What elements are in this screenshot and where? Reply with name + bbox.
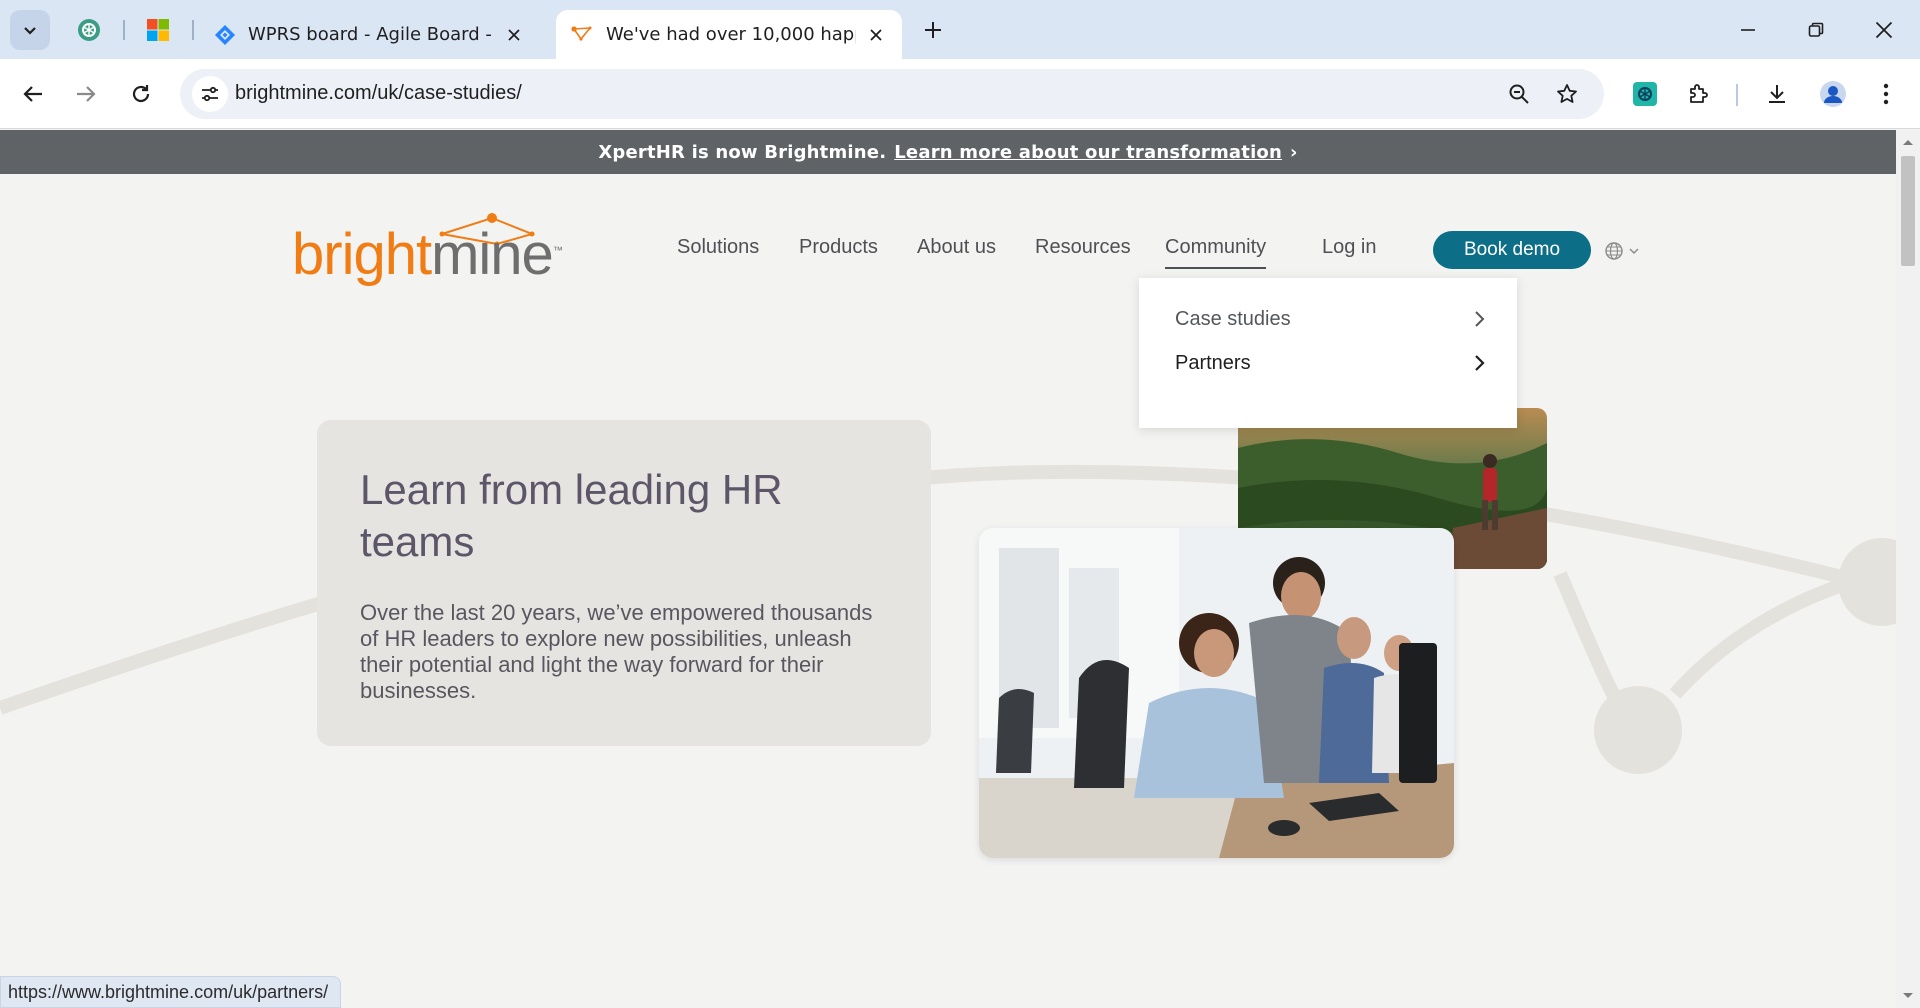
brightmine-favicon	[571, 25, 592, 41]
scroll-thumb[interactable]	[1901, 156, 1915, 266]
logo-trademark: ™	[552, 245, 563, 257]
brightmine-logo[interactable]: brightmine™	[292, 204, 602, 284]
url-text: brightmine.com/uk/case-studies/	[235, 82, 522, 104]
puzzle-icon	[1690, 84, 1708, 103]
dropdown-item-label: Partners	[1175, 351, 1251, 374]
office-team-image	[979, 528, 1454, 858]
extensions-button[interactable]	[1679, 74, 1719, 114]
arrow-left-icon	[23, 86, 42, 102]
hero-body: Over the last 20 years, we’ve empowered …	[360, 600, 873, 703]
tab-close-button[interactable]	[864, 23, 888, 47]
close-icon	[508, 28, 520, 41]
dropdown-item-case-studies[interactable]: Case studies	[1175, 304, 1485, 334]
tab-case-studies[interactable]: We've had over 10,000 happy c	[556, 10, 902, 59]
pinned-tab-chatgpt[interactable]	[73, 14, 105, 46]
language-selector[interactable]	[1604, 239, 1644, 263]
reload-button[interactable]	[121, 74, 161, 114]
chatgpt-extension-button[interactable]	[1625, 74, 1665, 114]
plus-icon	[925, 22, 941, 38]
reload-icon	[132, 85, 150, 103]
background-decoration	[0, 464, 1896, 774]
star-icon	[1557, 84, 1577, 103]
globe-icon	[1605, 242, 1623, 260]
nav-community[interactable]: Community	[1165, 236, 1267, 269]
community-dropdown-menu: Case studies Partners	[1139, 278, 1517, 428]
microsoft-icon	[147, 19, 169, 41]
tune-icon	[202, 86, 218, 102]
book-demo-button[interactable]: Book demo	[1433, 231, 1591, 269]
page-content: brightmine™ Solutions Products About us …	[0, 174, 1896, 990]
more-vert-icon	[1883, 83, 1889, 105]
zoom-out-icon	[1509, 84, 1529, 104]
chatgpt-icon	[78, 19, 100, 41]
announcement-text: XpertHR is now Brightmine.	[598, 141, 887, 163]
chatgpt-extension-icon	[1633, 82, 1657, 106]
pinned-tab-microsoft[interactable]	[142, 14, 174, 46]
bookmark-button[interactable]	[1552, 79, 1582, 109]
logo-part-mine: mine	[431, 222, 554, 287]
announcement-link[interactable]: Learn more about our transformation	[894, 142, 1282, 163]
tab-title: WPRS board - Agile Board - CE	[248, 24, 494, 45]
nav-about-us[interactable]: About us	[917, 236, 996, 259]
close-icon	[870, 28, 882, 41]
menu-button[interactable]	[1866, 74, 1906, 114]
logo-part-bright: bright	[292, 222, 432, 287]
chevron-down-icon	[24, 27, 36, 35]
back-button[interactable]	[13, 74, 53, 114]
tab-search-button[interactable]	[10, 10, 50, 50]
tab-close-button[interactable]	[502, 23, 526, 47]
scroll-up-icon[interactable]	[1896, 134, 1920, 150]
tab-title: We've had over 10,000 happy c	[606, 24, 856, 45]
toolbar-separator	[1736, 84, 1738, 106]
tab-separator	[123, 20, 125, 40]
login-link[interactable]: Log in	[1322, 236, 1377, 259]
restore-icon	[1808, 22, 1824, 37]
close-icon	[1875, 21, 1893, 39]
arrow-right-icon	[77, 86, 96, 102]
chevron-right-icon	[1475, 355, 1485, 371]
chevron-down-icon	[1629, 248, 1639, 255]
dropdown-item-label: Case studies	[1175, 307, 1291, 330]
jira-icon	[215, 24, 235, 45]
minimize-button[interactable]	[1728, 10, 1768, 50]
address-bar[interactable]: brightmine.com/uk/case-studies/	[180, 69, 1604, 119]
chevron-right-icon	[1475, 311, 1485, 327]
tab-wprs-board[interactable]: WPRS board - Agile Board - CE	[200, 10, 540, 59]
announcement-bar: XpertHR is now Brightmine. Learn more ab…	[0, 130, 1896, 174]
restore-button[interactable]	[1796, 10, 1836, 50]
profile-button[interactable]	[1813, 74, 1853, 114]
tab-separator	[192, 20, 194, 40]
office-illustration	[979, 528, 1454, 858]
downloads-button[interactable]	[1757, 74, 1797, 114]
nav-products[interactable]: Products	[799, 236, 878, 259]
hero-card: Learn from leading HR teams Over the las…	[317, 420, 931, 746]
zoom-button[interactable]	[1504, 79, 1534, 109]
minimize-icon	[1741, 29, 1755, 31]
avatar-icon	[1820, 81, 1846, 107]
chevron-right-icon: ›	[1290, 141, 1298, 163]
browser-toolbar: brightmine.com/uk/case-studies/	[0, 59, 1920, 129]
dropdown-item-partners[interactable]: Partners	[1175, 348, 1485, 378]
nav-solutions[interactable]: Solutions	[677, 236, 759, 259]
tab-strip: WPRS board - Agile Board - CE We've had …	[0, 0, 1920, 59]
close-window-button[interactable]	[1864, 10, 1904, 50]
page-scrollbar[interactable]	[1896, 130, 1920, 1008]
status-bar-url: https://www.brightmine.com/uk/partners/	[0, 976, 342, 1008]
forward-button[interactable]	[66, 74, 106, 114]
new-tab-button[interactable]	[917, 14, 949, 46]
logo-wordmark: brightmine™	[292, 226, 563, 284]
hero-title: Learn from leading HR teams	[360, 466, 783, 565]
download-icon	[1769, 85, 1785, 103]
scroll-down-icon[interactable]	[1896, 988, 1920, 1004]
site-info-button[interactable]	[192, 76, 228, 112]
nav-resources[interactable]: Resources	[1035, 236, 1131, 259]
